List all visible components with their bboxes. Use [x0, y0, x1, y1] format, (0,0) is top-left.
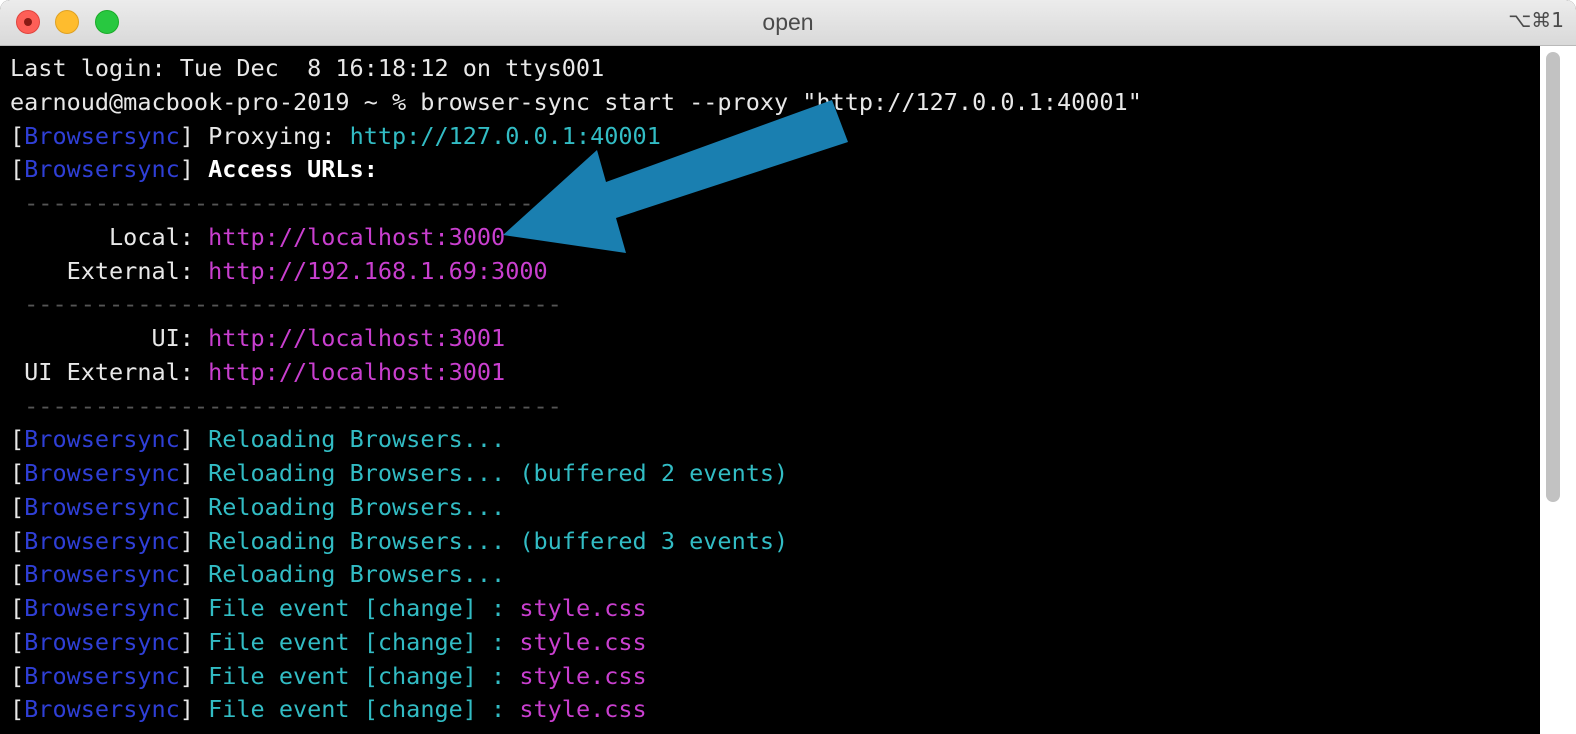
terminal-text: [: [10, 695, 25, 724]
terminal-text: earnoud@macbook-pro-2019 ~ % browser-syn…: [10, 87, 1142, 116]
url-text: http://127.0.0.1:40001: [349, 121, 661, 150]
browsersync-tag: Browsersync: [24, 560, 180, 589]
browsersync-tag: Browsersync: [24, 155, 180, 184]
terminal-text: File event [change] :: [208, 594, 520, 622]
terminal-text: External:: [10, 256, 209, 285]
terminal-text: File event [change] :: [208, 661, 520, 690]
terminal-text: File event [change] :: [208, 627, 520, 656]
terminal-text: Local:: [10, 222, 209, 251]
terminal-text: Proxying:: [208, 121, 350, 150]
terminal-line: [Browsersync] Reloading Browsers...: [10, 557, 505, 591]
window-shortcut: ⌥⌘1: [1508, 8, 1564, 32]
terminal-text: UI:: [10, 324, 209, 352]
separator-line: --------------------------------------: [10, 189, 562, 217]
terminal-text: ]: [179, 594, 209, 622]
scrollbar-thumb[interactable]: [1546, 52, 1560, 502]
terminal-text: Reloading Browsers... (buffered 3 events…: [208, 526, 789, 555]
terminal-line: [Browsersync] File event [change] : styl…: [10, 692, 647, 726]
separator-line: --------------------------------------: [10, 391, 562, 420]
browsersync-tag: Browsersync: [24, 492, 180, 521]
terminal-line: UI External: http://localhost:3001: [10, 355, 505, 389]
terminal-line: [Browsersync] Reloading Browsers...: [10, 490, 505, 524]
terminal-line: [Browsersync] File event [change] : styl…: [10, 625, 647, 659]
terminal-line: External: http://192.168.1.69:3000: [10, 254, 548, 288]
terminal-text: [: [10, 526, 25, 555]
url-text: style.css: [519, 594, 647, 622]
separator-line: --------------------------------------: [10, 290, 562, 319]
terminal-text: Last login: Tue Dec 8 16:18:12 on ttys00…: [10, 54, 605, 82]
terminal-text: ]: [179, 492, 209, 521]
browsersync-tag: Browsersync: [24, 121, 180, 150]
title-bar[interactable]: open ⌥⌘1: [0, 0, 1576, 46]
terminal-text: [: [10, 425, 25, 454]
url-text: http://localhost:3000: [208, 222, 506, 251]
terminal-line: [Browsersync] File event [change] : styl…: [10, 659, 647, 693]
browsersync-tag: Browsersync: [24, 695, 180, 724]
terminal-text: ]: [179, 560, 209, 589]
terminal-line: --------------------------------------: [10, 389, 562, 423]
terminal-text: ]: [179, 526, 209, 555]
terminal-text: [: [10, 627, 25, 656]
url-text: style.css: [519, 695, 647, 724]
terminal-text: Reloading Browsers... (buffered 2 events…: [208, 459, 789, 487]
terminal-text: Reloading Browsers...: [208, 425, 506, 454]
terminal-line: [Browsersync] File event [change] : styl…: [10, 591, 647, 625]
terminal-text: ]: [179, 695, 209, 724]
terminal-line: --------------------------------------: [10, 186, 562, 220]
terminal-text: ]: [179, 661, 209, 690]
terminal-line: UI: http://localhost:3001: [10, 321, 505, 355]
terminal-text: Access URLs:: [208, 155, 378, 184]
terminal-text: [: [10, 155, 25, 184]
scrollbar[interactable]: [1540, 46, 1576, 734]
terminal-line: [Browsersync] Proxying: http://127.0.0.1…: [10, 119, 661, 153]
terminal-text: [: [10, 121, 25, 150]
url-text: style.css: [519, 627, 647, 656]
browsersync-tag: Browsersync: [24, 627, 180, 656]
terminal-line: Last login: Tue Dec 8 16:18:12 on ttys00…: [10, 51, 604, 85]
browsersync-tag: Browsersync: [24, 459, 180, 487]
terminal-line: [Browsersync] Reloading Browsers...: [10, 422, 505, 456]
terminal-line: [Browsersync] Reloading Browsers... (buf…: [10, 524, 788, 558]
terminal-text: ]: [179, 627, 209, 656]
url-text: style.css: [519, 661, 647, 690]
terminal-text: [: [10, 459, 25, 487]
terminal-line: Local: http://localhost:3000: [10, 220, 505, 254]
terminal-text: [: [10, 492, 25, 521]
terminal-window: open ⌥⌘1 Last login: Tue Dec 8 16:18:12 …: [0, 0, 1576, 734]
browsersync-tag: Browsersync: [24, 425, 180, 454]
browsersync-tag: Browsersync: [24, 594, 180, 622]
terminal-text: File event [change] :: [208, 695, 520, 724]
terminal-text: [: [10, 594, 25, 622]
terminal-text: UI External:: [10, 357, 209, 386]
terminal-line: --------------------------------------: [10, 287, 562, 321]
terminal-output[interactable]: Last login: Tue Dec 8 16:18:12 on ttys00…: [0, 46, 1540, 734]
terminal-text: ]: [179, 121, 209, 150]
browsersync-tag: Browsersync: [24, 526, 180, 555]
url-text: http://localhost:3001: [208, 324, 506, 352]
terminal-line: [Browsersync] Reloading Browsers... (buf…: [10, 456, 788, 490]
terminal-text: [: [10, 560, 25, 589]
terminal-text: Reloading Browsers...: [208, 560, 506, 589]
url-text: http://192.168.1.69:3000: [208, 256, 548, 285]
terminal-line: earnoud@macbook-pro-2019 ~ % browser-syn…: [10, 85, 1142, 119]
terminal-text: ]: [179, 155, 209, 184]
browsersync-tag: Browsersync: [24, 661, 180, 690]
window-title: open: [762, 9, 814, 35]
terminal-line: [Browsersync] Access URLs:: [10, 152, 378, 186]
terminal-text: Reloading Browsers...: [208, 492, 506, 521]
url-text: http://localhost:3001: [208, 357, 506, 386]
terminal-text: ]: [179, 425, 209, 454]
terminal-text: [: [10, 661, 25, 690]
terminal-text: ]: [179, 459, 209, 487]
